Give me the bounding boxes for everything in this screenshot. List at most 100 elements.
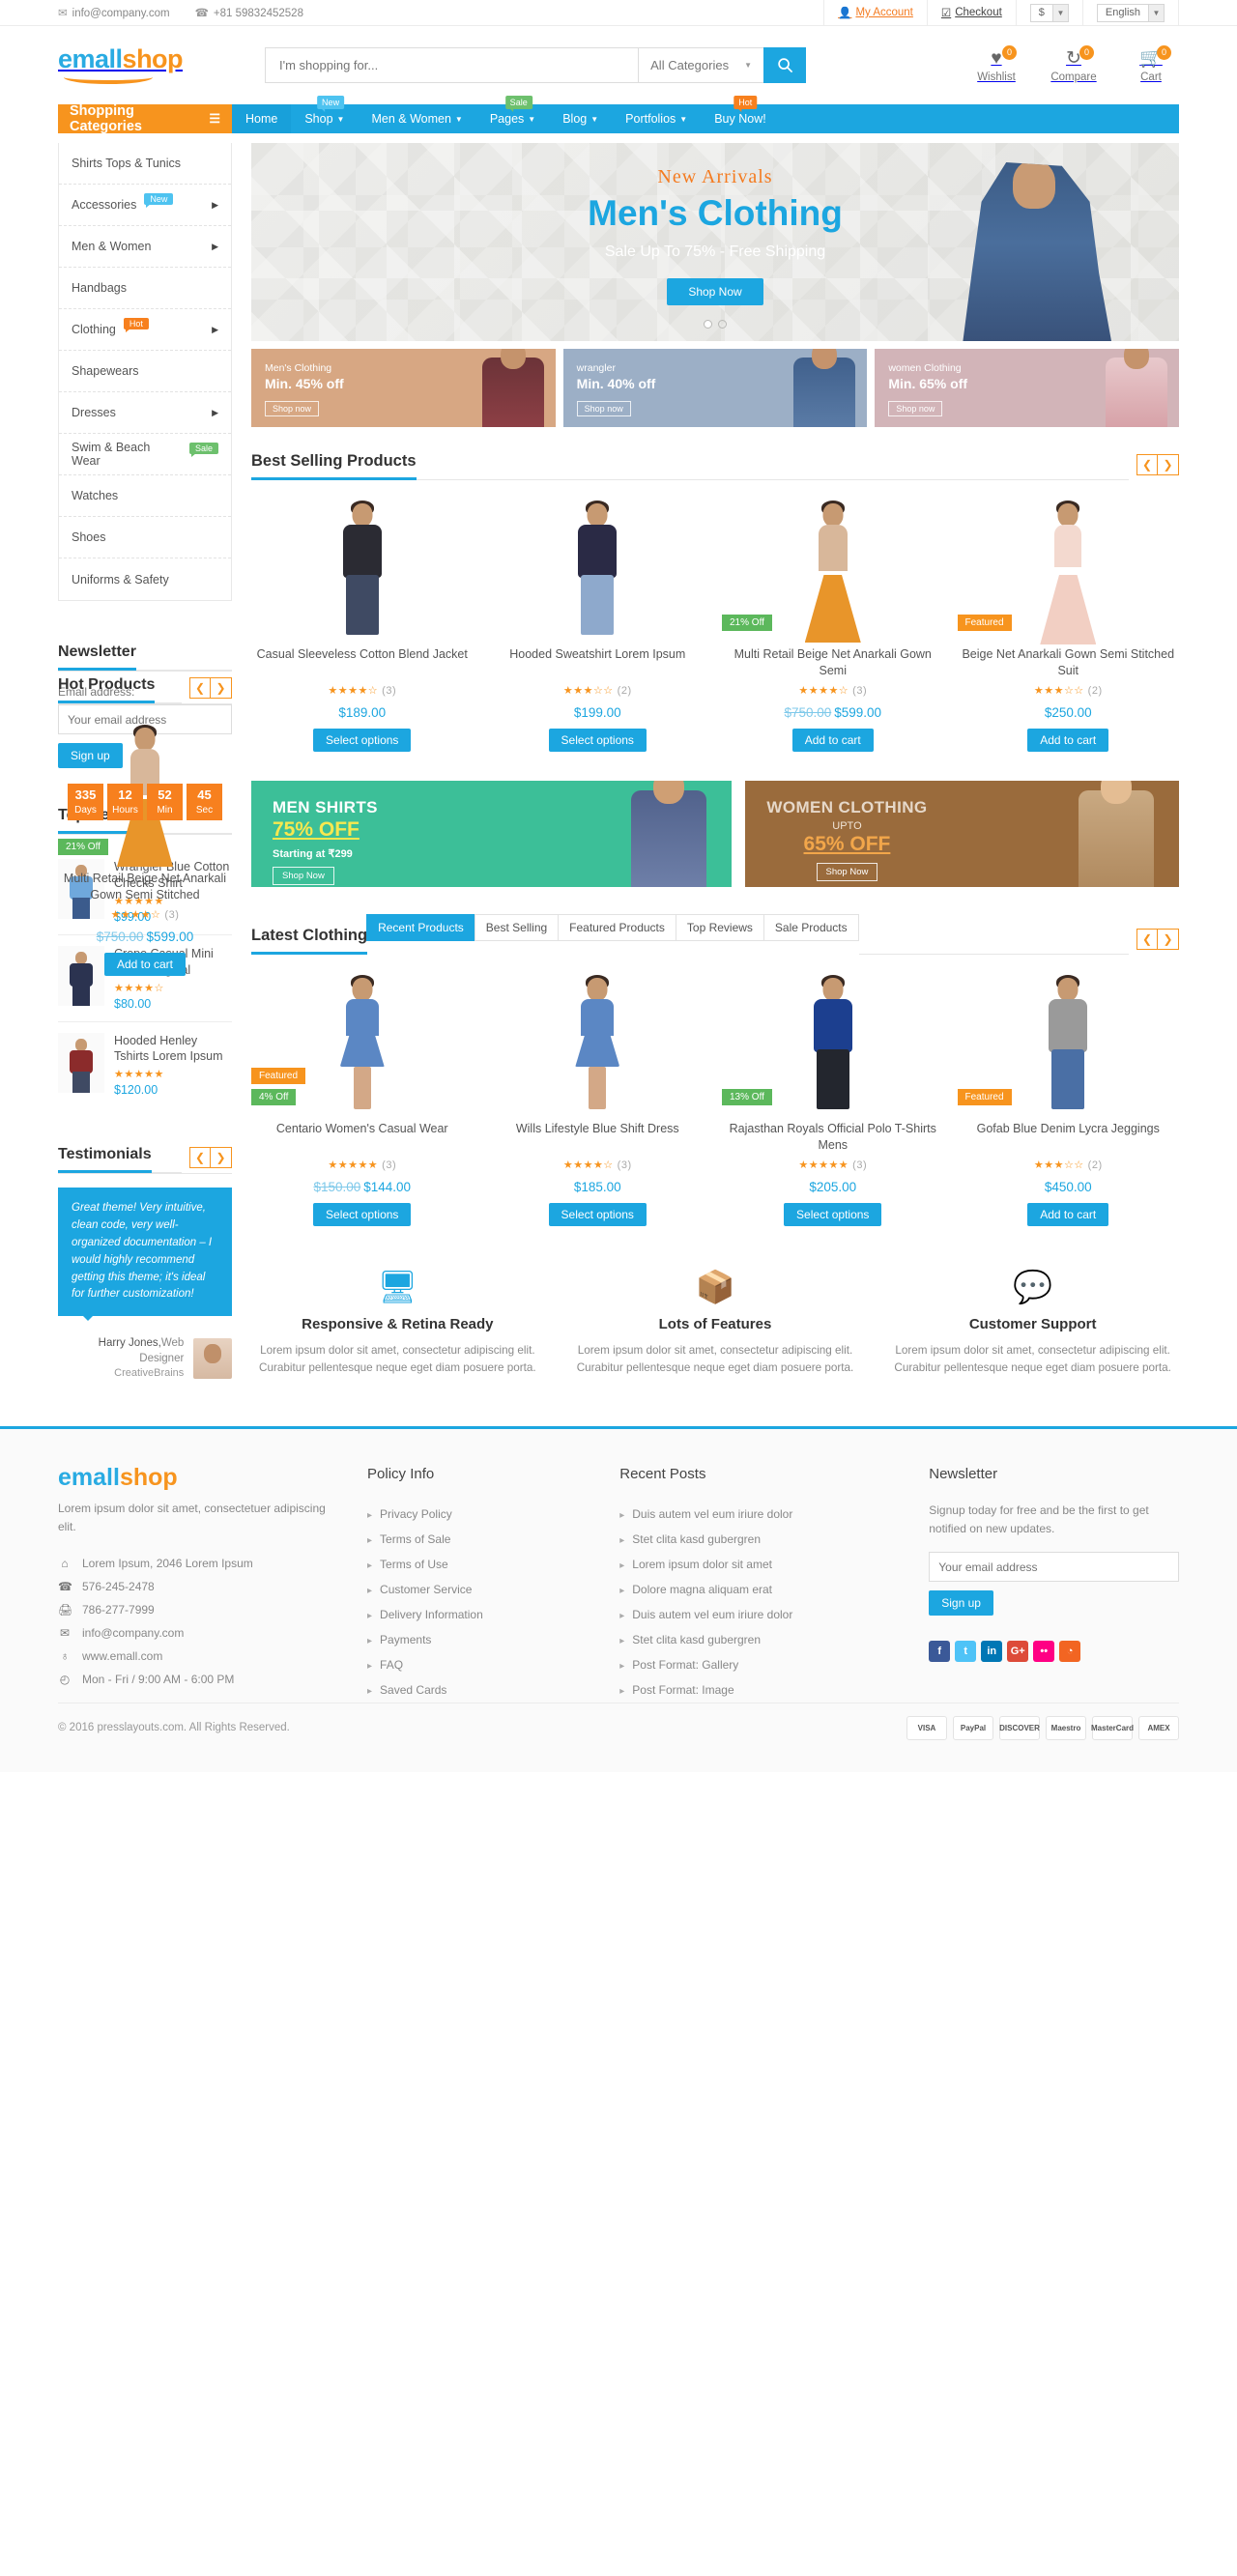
recent-post-link[interactable]: Stet clita kasd gubergren (619, 1627, 904, 1652)
newsletter-title: Newsletter (58, 644, 136, 671)
product-card[interactable]: Hooded Sweatshirt Lorem Ipsum ★★★☆☆ (2) $… (487, 494, 709, 752)
nav-item-home[interactable]: Home (232, 104, 292, 133)
policy-link[interactable]: Customer Service (367, 1577, 594, 1602)
nav-item-men-women[interactable]: Men & Women ▼ (358, 104, 475, 133)
tab-top-reviews[interactable]: Top Reviews (675, 914, 764, 941)
promo-card[interactable]: Men's Clothing Min. 45% off Shop now (251, 349, 556, 427)
promo-shop-now-button[interactable]: Shop now (888, 401, 943, 416)
compare-button[interactable]: ↻ 0 Compare (1046, 44, 1102, 83)
product-card[interactable]: Wills Lifestyle Blue Shift Dress ★★★★☆ (3… (487, 968, 709, 1226)
recent-post-link[interactable]: Duis autem vel eum iriure dolor (619, 1602, 904, 1627)
testimonials-prev-button[interactable]: ❮ (189, 1147, 211, 1169)
category-item[interactable]: Dresses ▶ (59, 392, 231, 434)
my-account-link[interactable]: 👤 My Account (823, 0, 927, 26)
category-item[interactable]: Uniforms & Safety (59, 558, 231, 600)
hot-products-next-button[interactable]: ❯ (211, 677, 232, 699)
search-button[interactable] (763, 47, 806, 83)
women-clothing-banner[interactable]: WOMEN CLOTHING UPTO 65% OFF Shop Now (745, 781, 1179, 887)
recent-post-link[interactable]: Lorem ipsum dolor sit amet (619, 1552, 904, 1577)
category-item[interactable]: Swim & Beach Wear Sale (59, 434, 231, 475)
select-options-button[interactable]: Select options (548, 1203, 647, 1226)
add-to-cart-button[interactable]: Add to cart (1027, 729, 1109, 752)
search-input[interactable] (265, 47, 639, 83)
category-item[interactable]: Men & Women ▶ (59, 226, 231, 268)
select-options-button[interactable]: Select options (313, 1203, 412, 1226)
tab-sale-products[interactable]: Sale Products (762, 914, 859, 941)
product-card[interactable]: 13% Off Rajasthan Royals Official Polo T… (722, 968, 944, 1226)
recent-post-link[interactable]: Stet clita kasd gubergren (619, 1527, 904, 1552)
recent-post-link[interactable]: Post Format: Gallery (619, 1652, 904, 1677)
latest-clothing-prev-button[interactable]: ❮ (1136, 929, 1158, 950)
footer-signup-button[interactable]: Sign up (929, 1590, 993, 1617)
nav-item-blog[interactable]: Blog ▼ (549, 104, 612, 133)
review-item[interactable]: Hooded Henley Tshirts Lorem Ipsum ★★★★★ … (58, 1022, 232, 1108)
hot-product-card[interactable]: 335 Days 12 Hours 52 Min 45 Sec 21% Off … (58, 718, 232, 976)
nav-item-buy-now-[interactable]: Hot Buy Now! (701, 96, 780, 133)
tab-recent-products[interactable]: Recent Products (366, 914, 475, 941)
product-card[interactable]: Featured Gofab Blue Denim Lycra Jeggings… (957, 968, 1180, 1226)
best-selling-prev-button[interactable]: ❮ (1136, 454, 1158, 475)
nav-item-portfolios[interactable]: Portfolios ▼ (612, 104, 701, 133)
nav-item-shop[interactable]: New Shop ▼ (291, 96, 358, 133)
hero-dot-2[interactable] (718, 320, 727, 329)
shopping-categories-header[interactable]: Shopping Categories ☰ (58, 103, 232, 134)
testimonials-next-button[interactable]: ❯ (211, 1147, 232, 1169)
checkout-link[interactable]: ☑ Checkout (926, 0, 1016, 26)
product-card[interactable]: Featured Beige Net Anarkali Gown Semi St… (957, 494, 1180, 752)
recent-post-link[interactable]: Dolore magna aliquam erat (619, 1577, 904, 1602)
promo-shop-now-button[interactable]: Shop now (265, 401, 320, 416)
currency-select[interactable]: $ ▼ (1029, 3, 1069, 22)
search-category-select[interactable]: All Categories ▼ (638, 47, 763, 83)
site-logo[interactable]: emallshop (58, 46, 251, 84)
category-item[interactable]: Shoes (59, 517, 231, 558)
social-rss-icon[interactable]: ◔ (1059, 1641, 1081, 1663)
add-to-cart-button[interactable]: Add to cart (791, 729, 874, 752)
social-flickr-icon[interactable]: •• (1033, 1641, 1055, 1663)
social-twitter-icon[interactable]: t (955, 1641, 977, 1663)
select-options-button[interactable]: Select options (784, 1203, 882, 1226)
wishlist-button[interactable]: ♥ 0 Wishlist (968, 44, 1024, 83)
policy-link[interactable]: Saved Cards (367, 1677, 594, 1703)
nav-item-pages[interactable]: Sale Pages ▼ (476, 96, 549, 133)
policy-link[interactable]: FAQ (367, 1652, 594, 1677)
policy-link[interactable]: Terms of Sale (367, 1527, 594, 1552)
policy-link[interactable]: Payments (367, 1627, 594, 1652)
category-item[interactable]: Accessories New ▶ (59, 185, 231, 226)
hero-shop-now-button[interactable]: Shop Now (667, 278, 763, 305)
best-selling-next-button[interactable]: ❯ (1158, 454, 1179, 475)
tab-featured-products[interactable]: Featured Products (558, 914, 676, 941)
select-options-button[interactable]: Select options (313, 729, 412, 752)
women-clothing-shop-now-button[interactable]: Shop Now (816, 863, 878, 881)
language-select[interactable]: English ▼ (1096, 3, 1165, 22)
product-card[interactable]: 21% Off Multi Retail Beige Net Anarkali … (722, 494, 944, 752)
policy-link[interactable]: Delivery Information (367, 1602, 594, 1627)
social-facebook-icon[interactable]: f (929, 1641, 951, 1663)
add-to-cart-button[interactable]: Add to cart (103, 953, 187, 976)
category-item[interactable]: Shirts Tops & Tunics (59, 143, 231, 185)
social-google-plus-icon[interactable]: G+ (1007, 1641, 1029, 1663)
category-item[interactable]: Shapewears (59, 351, 231, 392)
policy-link[interactable]: Terms of Use (367, 1552, 594, 1577)
product-card[interactable]: Casual Sleeveless Cotton Blend Jacket ★★… (251, 494, 474, 752)
men-shirts-shop-now-button[interactable]: Shop Now (273, 867, 334, 885)
social-linkedin-icon[interactable]: in (981, 1641, 1003, 1663)
select-options-button[interactable]: Select options (548, 729, 647, 752)
hero-dot-1[interactable] (704, 320, 712, 329)
policy-link[interactable]: Privacy Policy (367, 1502, 594, 1527)
tab-best-selling[interactable]: Best Selling (474, 914, 560, 941)
add-to-cart-button[interactable]: Add to cart (1027, 1203, 1109, 1226)
category-item[interactable]: Clothing Hot ▶ (59, 309, 231, 351)
product-card[interactable]: Featured 4% Off Centario Women's Casual … (251, 968, 474, 1226)
recent-post-link[interactable]: Duis autem vel eum iriure dolor (619, 1502, 904, 1527)
category-item[interactable]: Handbags (59, 268, 231, 309)
hot-products-prev-button[interactable]: ❮ (189, 677, 211, 699)
promo-shop-now-button[interactable]: Shop now (576, 401, 631, 416)
men-shirts-banner[interactable]: MEN SHIRTS 75% OFF Starting at ₹299 Shop… (251, 781, 733, 887)
promo-card[interactable]: wrangler Min. 40% off Shop now (562, 349, 868, 427)
promo-card[interactable]: women Clothing Min. 65% off Shop now (875, 349, 1180, 427)
category-item[interactable]: Watches (59, 475, 231, 517)
recent-post-link[interactable]: Post Format: Image (619, 1677, 904, 1703)
cart-button[interactable]: 🛒 0 Cart (1123, 44, 1179, 83)
latest-clothing-next-button[interactable]: ❯ (1158, 929, 1179, 950)
footer-newsletter-input[interactable] (929, 1552, 1179, 1583)
